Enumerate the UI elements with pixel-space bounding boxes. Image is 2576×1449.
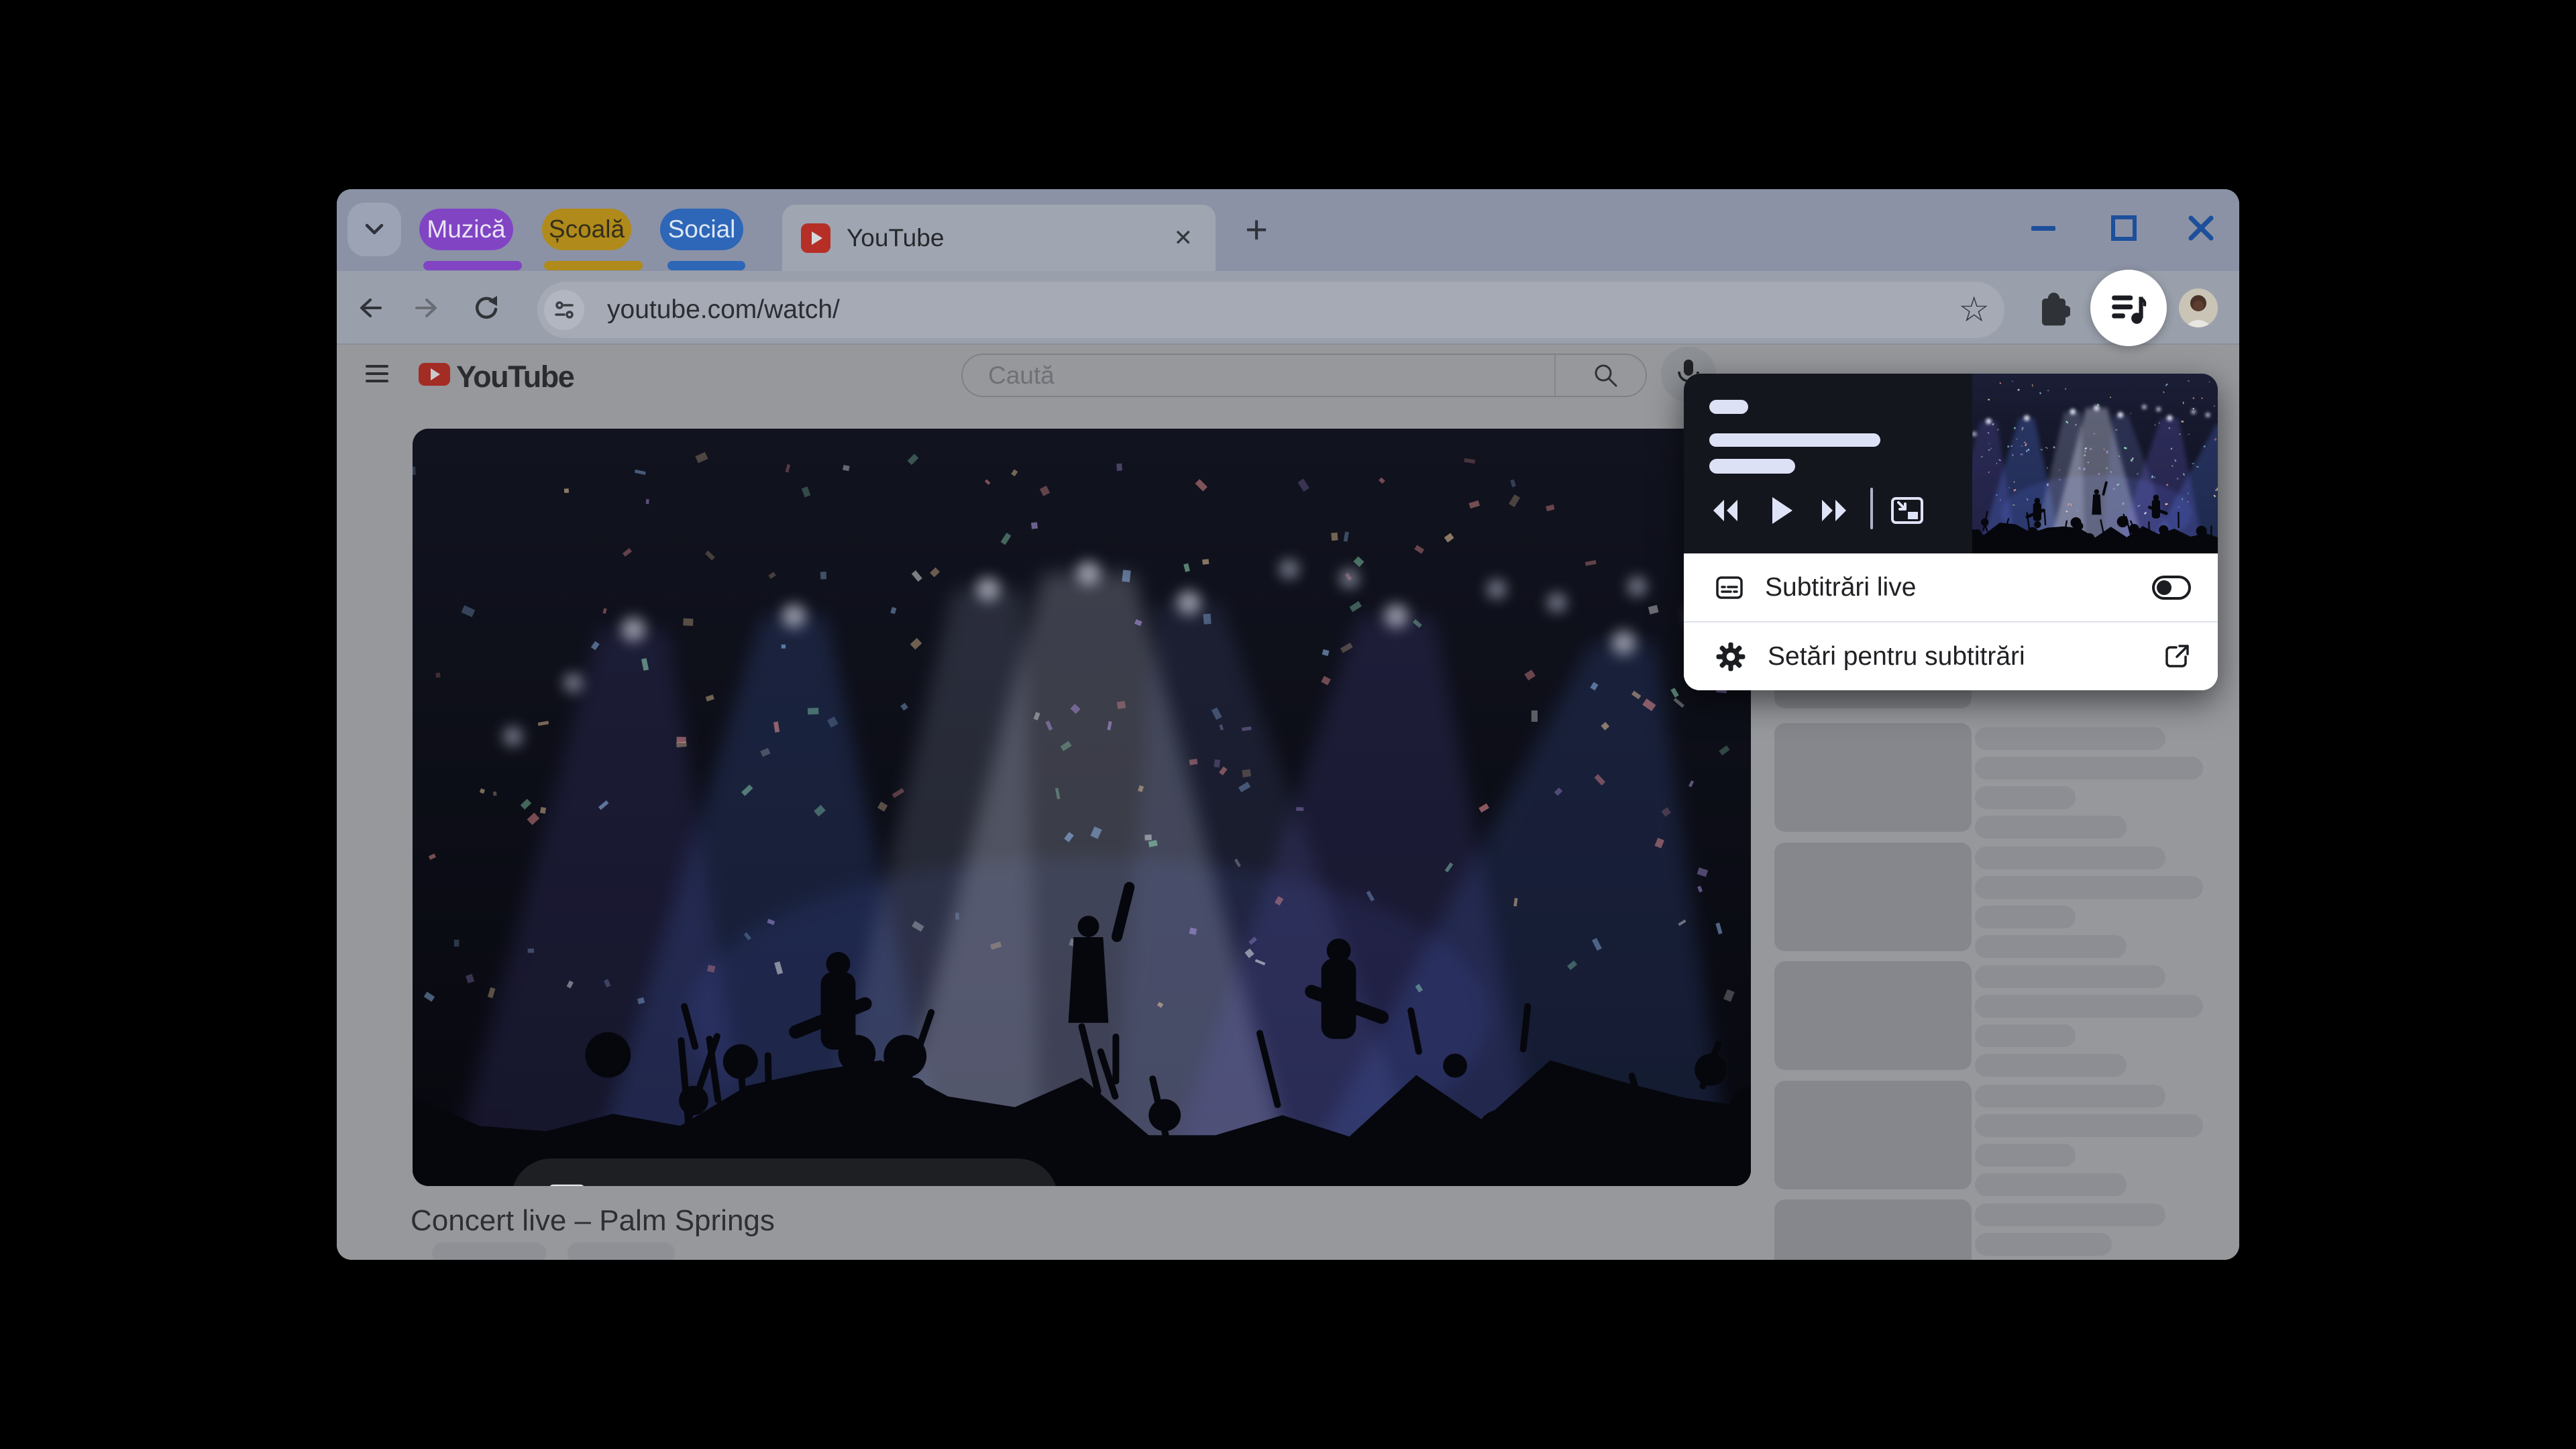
skeleton-text-line — [1975, 995, 2203, 1018]
skeleton-thumbnail — [1774, 843, 1972, 951]
skeleton-thumbnail — [1774, 1199, 1972, 1260]
forward-button[interactable] — [413, 293, 442, 323]
chevron-down-icon — [365, 223, 384, 235]
toggle-knob — [2157, 580, 2171, 595]
suggestion-skeleton-item — [1774, 723, 2217, 839]
tab-group-2[interactable]: Școală — [542, 209, 631, 250]
media-controls-button[interactable] — [2090, 270, 2167, 346]
skeleton-text-line — [1975, 1173, 2127, 1196]
open-in-new-icon[interactable] — [2161, 641, 2192, 672]
skeleton-text-line — [1975, 786, 2076, 809]
cast-toast-text: Se redă pe televizorul din sufragerie — [612, 1184, 1030, 1186]
live-captions-label: Subtitrări live — [1765, 572, 1917, 602]
close-button[interactable] — [2188, 215, 2214, 241]
caption-settings-label: Setări pentru subtitrări — [1768, 641, 2025, 671]
youtube-favicon — [801, 223, 830, 253]
skeleton-thumbnail — [1774, 1081, 1972, 1189]
meta-skeleton-chip — [568, 1242, 675, 1260]
skeleton-text-line — [1975, 1233, 2112, 1256]
search-icon — [1595, 364, 1617, 386]
skeleton-text-line — [1975, 757, 2203, 780]
avatar[interactable] — [2179, 288, 2218, 327]
search-divider — [1554, 355, 1556, 396]
skeleton-text-line — [1975, 1114, 2203, 1137]
new-tab-button[interactable]: + — [1239, 208, 1274, 252]
site-info-icon[interactable] — [544, 290, 584, 330]
previous-track-icon[interactable] — [1707, 497, 1744, 524]
media-controls-popup: Subtitrări live Setări pentru subtitrări — [1684, 374, 2218, 690]
address-bar[interactable]: youtube.com/watch/ ☆ — [537, 282, 2004, 338]
media-session-card — [1684, 374, 2218, 553]
controls-divider — [1870, 488, 1873, 529]
search-box — [961, 354, 1647, 397]
gear-icon — [1716, 642, 1746, 671]
video-player[interactable]: Se redă pe televizorul din sufragerie — [413, 429, 1751, 1186]
youtube-logo-icon[interactable] — [419, 363, 450, 386]
play-icon[interactable] — [1770, 496, 1794, 525]
media-text-skeleton — [1709, 459, 1795, 474]
live-captions-icon — [1716, 576, 1743, 599]
desktop-background: Muzică Școală Social YouTube ✕ + youtube… — [0, 0, 2576, 1449]
picture-in-picture-icon[interactable] — [1889, 493, 1925, 528]
meta-skeleton-chip — [432, 1242, 546, 1260]
tab-group-underline — [423, 261, 522, 270]
tab-group-underline — [544, 261, 643, 270]
maximize-icon — [2111, 215, 2137, 241]
tab-group-underline — [667, 261, 745, 270]
skeleton-thumbnail — [1774, 723, 1972, 832]
tab-strip: Muzică Școală Social YouTube ✕ + — [337, 189, 2239, 271]
media-text-skeleton — [1709, 433, 1880, 447]
search-button[interactable] — [1566, 355, 1646, 396]
media-text-skeleton — [1709, 400, 1748, 414]
skeleton-text-line — [1975, 727, 2165, 750]
skeleton-thumbnail — [1774, 961, 1972, 1070]
tab-group-1[interactable]: Muzică — [419, 209, 513, 250]
caption-settings-row[interactable]: Setări pentru subtitrări — [1684, 623, 2218, 690]
minimize-button[interactable] — [2030, 215, 2057, 241]
video-title: Concert live – Palm Springs — [411, 1204, 775, 1237]
skeleton-text-line — [1975, 935, 2127, 958]
browser-window: Muzică Școală Social YouTube ✕ + youtube… — [337, 189, 2239, 1260]
suggestion-skeleton-item — [1774, 961, 2217, 1077]
maximize-button[interactable] — [2110, 215, 2137, 241]
playback-controls — [1684, 486, 1972, 533]
tab-title: YouTube — [847, 223, 945, 252]
media-thumbnail — [1972, 374, 2218, 553]
skeleton-text-line — [1975, 965, 2165, 988]
skeleton-text-line — [1975, 906, 2076, 928]
skeleton-text-line — [1975, 1144, 2076, 1167]
cast-toast: Se redă pe televizorul din sufragerie — [511, 1159, 1058, 1186]
concert-video-frame — [413, 429, 1751, 1186]
skeleton-text-line — [1975, 1054, 2127, 1077]
tab-search-button[interactable] — [347, 203, 401, 256]
minimize-icon — [2031, 226, 2055, 231]
youtube-logo-text[interactable]: YouTube — [456, 360, 575, 394]
extensions-icon[interactable] — [2033, 289, 2070, 327]
reload-button[interactable] — [472, 293, 501, 323]
suggestion-skeleton-item — [1774, 1081, 2217, 1196]
url-text: youtube.com/watch/ — [607, 295, 840, 324]
skeleton-text-line — [1975, 1085, 2165, 1108]
skeleton-text-line — [1975, 876, 2203, 899]
skeleton-text-line — [1975, 847, 2165, 869]
cast-icon — [549, 1184, 584, 1186]
tab-close-icon[interactable]: ✕ — [1174, 225, 1193, 252]
menu-icon[interactable] — [366, 365, 388, 382]
skeleton-text-line — [1975, 1203, 2165, 1226]
browser-toolbar: youtube.com/watch/ ☆ — [337, 271, 2239, 345]
skeleton-text-line — [1975, 816, 2127, 839]
live-captions-row[interactable]: Subtitrări live — [1684, 553, 2218, 621]
suggestion-skeleton-item — [1774, 843, 2217, 958]
suggestion-skeleton-item — [1774, 1199, 2217, 1260]
playlist-music-icon — [2112, 295, 2147, 324]
tab-youtube[interactable]: YouTube ✕ — [782, 205, 1216, 271]
search-input[interactable] — [987, 360, 1513, 390]
bookmark-star-icon[interactable]: ☆ — [1958, 282, 1990, 338]
next-track-icon[interactable] — [1815, 497, 1853, 524]
live-captions-toggle[interactable] — [2152, 575, 2191, 600]
skeleton-text-line — [1975, 1024, 2076, 1047]
tab-group-3[interactable]: Social — [660, 209, 743, 250]
back-button[interactable] — [355, 293, 384, 323]
close-icon — [2188, 215, 2214, 241]
